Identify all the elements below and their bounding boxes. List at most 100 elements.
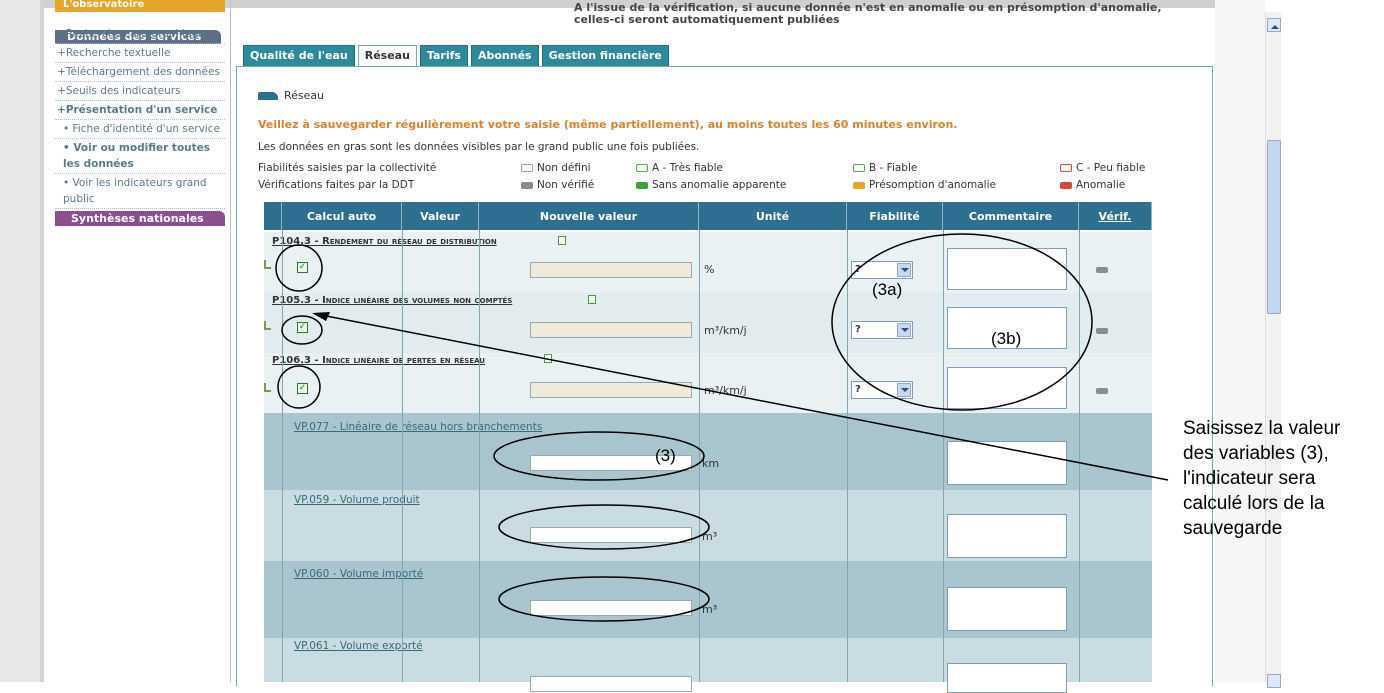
commentaire-textarea[interactable]	[947, 441, 1067, 485]
sidebar-item-seuils[interactable]: +Seuils des indicateurs	[55, 82, 225, 101]
legend-swatch-icon	[521, 164, 533, 172]
tab-qualite-eau[interactable]: Qualité de l'eau	[243, 45, 355, 66]
legend-fiab-c: C - Peu fiable	[1060, 162, 1145, 174]
sidebar-item-recherche-cartographique[interactable]: +Recherche cartographique	[55, 25, 225, 44]
unit-label: m³/km/j	[704, 324, 747, 337]
legend-label: Sans anomalie apparente	[652, 179, 787, 191]
fiabilite-select[interactable]: ?	[851, 321, 913, 339]
annotation-3a: (3a)	[872, 280, 903, 299]
sidebar-item-label: Recherche textuelle	[65, 47, 171, 59]
sidebar-item-label: Voir ou modifier toutes les données	[63, 142, 211, 170]
sidebar-synth-nationales[interactable]: Synthèses nationales	[55, 211, 225, 226]
sidebar-item-voir-modifier[interactable]: • Voir ou modifier toutes les données	[55, 139, 225, 174]
variable-value-input[interactable]	[530, 676, 692, 692]
variable-code[interactable]: VP.060 - Volume importé	[294, 568, 423, 580]
commentaire-textarea[interactable]	[947, 514, 1067, 558]
commentaire-textarea[interactable]	[947, 587, 1067, 631]
tab-reseau[interactable]: Réseau	[357, 45, 417, 66]
calcul-auto-checkbox[interactable]: ✓	[297, 262, 308, 273]
indicator-code[interactable]: P106.3 - Indice linéaire de pertes en ré…	[272, 355, 485, 366]
indicator-code[interactable]: P104.3 - Rendement du réseau de distribu…	[272, 236, 497, 247]
section-title: Réseau	[284, 89, 325, 102]
unit-label: m³/km/j	[704, 384, 747, 397]
calcul-auto-checkbox[interactable]: ✓	[297, 383, 308, 394]
chart-icon[interactable]	[264, 260, 271, 269]
folder-icon	[258, 91, 278, 100]
variable-row: VP.060 - Volume importé m³	[264, 561, 1152, 638]
select-value: ?	[855, 384, 861, 395]
sidebar-observatoire[interactable]: L'observatoire	[55, 0, 225, 12]
tab-gestion-financiere[interactable]: Gestion financière	[541, 45, 669, 66]
variable-value-input[interactable]	[530, 527, 692, 543]
frame-border	[40, 0, 44, 682]
verif-status-badge	[1096, 267, 1108, 273]
unit-label: m³	[702, 530, 718, 543]
legend-verif-non-verifie: Non vérifié	[521, 179, 594, 191]
legend-label: B - Fiable	[869, 162, 918, 174]
legend-swatch-icon	[853, 181, 865, 189]
commentaire-textarea[interactable]	[947, 367, 1067, 409]
legend-verif-anomalie: Anomalie	[1060, 179, 1125, 191]
indicator-code[interactable]: P105.3 - Indice linéaire des volumes non…	[272, 295, 512, 306]
sidebar-item-label: Recherche cartographique	[65, 28, 205, 40]
instruction-callout: Saisissez la valeur des variables (3), l…	[1183, 416, 1383, 541]
page-margin	[1215, 0, 1265, 682]
sidebar-item-label: Voir les indicateurs grand public	[63, 177, 207, 205]
chart-icon[interactable]	[264, 383, 271, 392]
variable-row: VP.077 - Linéaire de réseau hors branche…	[264, 413, 1152, 490]
scroll-down-icon[interactable]	[1267, 674, 1281, 688]
verif-status-badge	[1096, 388, 1108, 394]
sidebar-item-presentation[interactable]: +Présentation d'un service	[55, 101, 225, 120]
tab-tarifs[interactable]: Tarifs	[419, 45, 468, 66]
save-warning: Veillez à sauvegarder régulièrement votr…	[258, 118, 958, 131]
callout-line: sauvegarde	[1183, 518, 1283, 539]
chart-icon[interactable]	[264, 321, 271, 330]
column-divider	[699, 230, 700, 682]
header-valeur: Valeur	[402, 202, 479, 230]
variable-code[interactable]: VP.077 - Linéaire de réseau hors branche…	[294, 421, 542, 433]
sidebar-item-fiche-identite[interactable]: • Fiche d'identité d'un service	[55, 120, 225, 139]
header-fiabilite: Fiabilité	[847, 202, 943, 230]
vertical-scrollbar[interactable]	[1265, 12, 1281, 688]
unit-label: km	[702, 457, 720, 470]
commentaire-textarea[interactable]	[947, 248, 1067, 290]
legend-swatch-icon	[1060, 164, 1072, 172]
chevron-down-icon	[897, 263, 911, 277]
scroll-up-icon[interactable]	[1267, 18, 1281, 32]
data-table: Calcul auto Valeur Nouvelle valeur Unité…	[264, 202, 1152, 693]
nouvelle-valeur-input[interactable]	[530, 382, 692, 398]
header-spacer	[264, 202, 282, 230]
fiabilite-select[interactable]: ?	[851, 261, 913, 279]
column-divider	[847, 230, 848, 682]
column-divider	[402, 230, 403, 682]
sidebar-item-label: Seuils des indicateurs	[65, 85, 181, 97]
commentaire-textarea[interactable]	[947, 663, 1067, 693]
sidebar-item-telechargement[interactable]: +Téléchargement des données	[55, 63, 225, 82]
legend-fiab-label: Fiabilités saisies par la collectivité	[258, 162, 437, 174]
info-icon[interactable]	[544, 354, 552, 363]
sidebar-item-indicateurs-grand-public[interactable]: • Voir les indicateurs grand public	[55, 174, 225, 209]
scroll-thumb[interactable]	[1267, 140, 1281, 314]
info-icon[interactable]	[588, 295, 596, 304]
nouvelle-valeur-input[interactable]	[530, 322, 692, 338]
indicator-row: P106.3 - Indice linéaire de pertes en ré…	[264, 353, 1152, 413]
fiabilite-select[interactable]: ?	[851, 381, 913, 399]
legend-label: Anomalie	[1076, 179, 1126, 191]
variable-code[interactable]: VP.059 - Volume produit	[294, 494, 420, 506]
legend-verif-label: Vérifications faites par la DDT	[258, 179, 415, 191]
variable-value-input[interactable]	[530, 600, 692, 616]
sidebar-item-recherche-textuelle[interactable]: +Recherche textuelle	[55, 44, 225, 63]
legend-fiab-a: A - Très fiable	[636, 162, 723, 174]
legend-label: Non défini	[537, 162, 591, 174]
variable-row: VP.061 - Volume exporté	[264, 638, 1152, 693]
content-divider	[230, 0, 231, 682]
calcul-auto-checkbox[interactable]: ✓	[297, 322, 308, 333]
variable-code[interactable]: VP.061 - Volume exporté	[294, 640, 423, 652]
tab-abonnes[interactable]: Abonnés	[470, 45, 539, 66]
chevron-down-icon	[897, 383, 911, 397]
select-value: ?	[855, 324, 861, 335]
info-icon[interactable]	[558, 236, 566, 245]
nouvelle-valeur-input[interactable]	[530, 262, 692, 278]
header-verif[interactable]: Vérif.	[1079, 202, 1152, 230]
column-divider	[1079, 230, 1080, 682]
